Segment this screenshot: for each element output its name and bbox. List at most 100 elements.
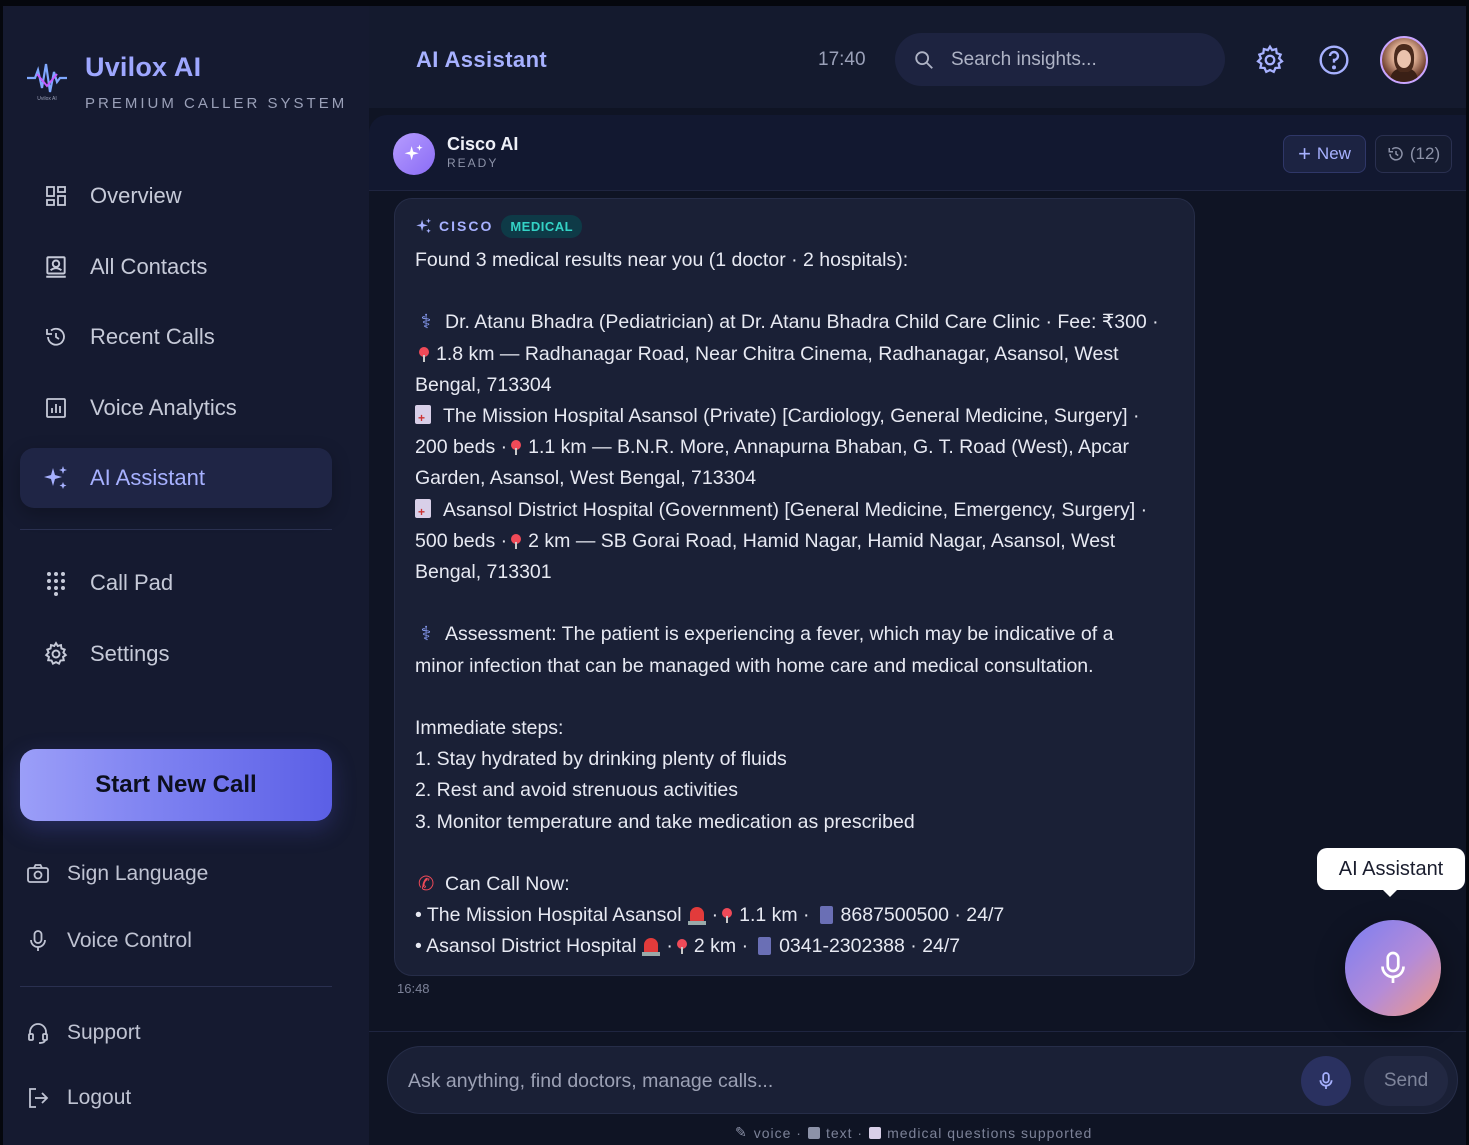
brand-name: Uvilox AI (85, 52, 202, 82)
result-line: 500 beds · (415, 529, 508, 552)
call-item[interactable]: • The Mission Hospital Asansol · 1.1 km · 8… (415, 900, 1174, 931)
steps-title: Immediate steps: (415, 717, 564, 739)
send-button[interactable]: Send (1364, 1056, 1448, 1106)
chat-header: Cisco AI READY + New (12) (369, 115, 1466, 191)
history-button[interactable]: (12) (1375, 135, 1452, 173)
sign-language-button[interactable]: Sign Language (25, 854, 208, 894)
help-button[interactable] (1317, 43, 1351, 77)
result-line: Garden, Asansol, West Bengal, 713304 (415, 467, 757, 490)
call-now-title: ✆ Can Call Now: (415, 869, 1174, 900)
call-item-name: • Asansol District Hospital (415, 935, 637, 958)
sparkle-icon (42, 464, 70, 492)
brand: Uvilox AI Uvilox AI PREMIUM CALLER SYSTE… (23, 52, 347, 112)
help-icon (1319, 45, 1349, 75)
result-line: 200 beds · (415, 436, 508, 459)
analytics-icon (42, 394, 70, 422)
logout-label: Logout (67, 1086, 132, 1109)
sidebar-item-label: Voice Analytics (90, 395, 237, 420)
call-item-distance: 1.1 km · (739, 904, 810, 927)
search-input[interactable] (951, 48, 1201, 71)
call-item-phone: 0341-2302388 · 24/7 (779, 935, 961, 958)
top-bar: AI Assistant 17:40 (369, 6, 1466, 108)
result-hospital-2-address: 500 beds · 2 km — SB Gorai Road, Hamid Na… (415, 526, 1174, 557)
dialpad-icon (42, 569, 70, 597)
bot-status: READY (447, 156, 499, 170)
sidebar-item-call-pad[interactable]: Call Pad (20, 553, 332, 613)
pin-icon (511, 533, 522, 549)
result-hospital-2: Asansol District Hospital (Government) [… (415, 495, 1174, 528)
result-line: Bengal, 713304 (415, 373, 552, 396)
sidebar-item-voice-analytics[interactable]: Voice Analytics (20, 378, 332, 438)
chat-panel: Cisco AI READY + New (12) CISCO MEDICAL … (369, 115, 1466, 1145)
page-title: AI Assistant (416, 47, 548, 72)
pin-icon (511, 440, 522, 456)
assessment-line: minor infection that can be managed with… (415, 654, 1094, 677)
message-body: Found 3 medical results near you (1 doct… (415, 245, 1174, 963)
support-button[interactable]: Support (25, 1013, 141, 1053)
step-item: 2. Rest and avoid strenuous activities (415, 779, 739, 802)
composer: Send ✎ voice · text · medical questions … (369, 1031, 1466, 1145)
result-doctor: ⚕ Dr. Atanu Bhadra (Pediatrician) at Dr. … (415, 307, 1174, 338)
step-item: 1. Stay hydrated by drinking plenty of f… (415, 748, 787, 771)
assessment: ⚕ Assessment: The patient is experiencing… (415, 619, 1174, 650)
avatar[interactable] (1380, 36, 1428, 84)
fab-tooltip: AI Assistant (1317, 848, 1465, 897)
plus-icon: + (1298, 141, 1311, 166)
logout-button[interactable]: Logout (25, 1078, 131, 1118)
logout-icon (25, 1085, 51, 1111)
gear-icon (42, 640, 70, 668)
result-doctor-address: 1.8 km — Radhanagar Road, Near Chitra Ci… (415, 339, 1174, 370)
voice-control-button[interactable]: Voice Control (25, 921, 192, 961)
result-line: 1.8 km — Radhanagar Road, Near Chitra Ci… (436, 342, 1119, 365)
new-chat-button[interactable]: + New (1283, 135, 1366, 173)
mobile-phone-icon (758, 937, 772, 956)
result-line: Asansol District Hospital (Government) [… (443, 498, 1148, 521)
sidebar-item-recent-calls[interactable]: Recent Calls (20, 307, 332, 367)
history-count: (12) (1409, 144, 1441, 163)
sidebar-divider-bottom (20, 986, 332, 987)
pin-icon (419, 346, 429, 362)
mobile-phone-icon (819, 906, 833, 925)
hospital-icon (415, 497, 431, 528)
sidebar-item-label: Recent Calls (90, 324, 215, 349)
result-hospital-1-address: 200 beds · 1.1 km — B.N.R. More, Annapurn… (415, 432, 1174, 463)
keyboard-icon (807, 1126, 820, 1139)
user-portrait-icon (1390, 44, 1418, 82)
sidebar-item-overview[interactable]: Overview (20, 166, 332, 226)
sidebar-item-label: AI Assistant (90, 465, 205, 490)
brand-tagline: PREMIUM CALLER SYSTEM (85, 95, 348, 112)
contacts-icon (42, 253, 70, 281)
voice-control-label: Voice Control (67, 929, 192, 952)
search-icon (915, 50, 933, 69)
voice-assistant-fab[interactable] (1345, 920, 1441, 1016)
message-timestamp: 16:48 (397, 981, 430, 996)
microphone-icon: ✎ (735, 1124, 748, 1140)
result-line: The Mission Hospital Asansol (Private) [… (443, 405, 1140, 427)
bot-name: Cisco AI (447, 134, 519, 154)
call-item-phone: 8687500500 · 24/7 (840, 904, 1005, 927)
composer-hint: ✎ voice · text · medical questions suppo… (735, 1124, 1092, 1141)
composer-mic-button[interactable] (1301, 1056, 1351, 1106)
sidebar-item-contacts[interactable]: All Contacts (20, 237, 332, 297)
message-intro: Found 3 medical results near you (1 doct… (415, 249, 909, 271)
call-item[interactable]: • Asansol District Hospital · 2 km · 0341-2… (415, 931, 1174, 962)
start-new-call-button[interactable]: Start New Call (20, 749, 332, 821)
sidebar-item-ai-assistant[interactable]: AI Assistant (20, 448, 332, 508)
settings-button[interactable] (1253, 43, 1287, 77)
sidebar-item-settings[interactable]: Settings (20, 624, 332, 684)
support-label: Support (67, 1021, 141, 1044)
hospital-icon (415, 403, 431, 434)
result-line: 2 km — SB Gorai Road, Hamid Nagar, Hamid… (528, 529, 1116, 552)
sparkle-icon (416, 218, 432, 234)
clock: 17:40 (818, 49, 866, 70)
siren-icon (642, 938, 661, 957)
call-item-distance: 2 km · (693, 935, 749, 958)
search-box[interactable] (895, 33, 1225, 86)
mic-icon (25, 928, 51, 954)
sidebar-item-label: Call Pad (90, 570, 174, 595)
camera-icon (25, 861, 51, 887)
stethoscope-icon: ⚕ (420, 623, 432, 646)
headset-icon (25, 1020, 51, 1046)
message-tags: CISCO MEDICAL (415, 213, 1174, 239)
message-input[interactable] (408, 1067, 1268, 1095)
